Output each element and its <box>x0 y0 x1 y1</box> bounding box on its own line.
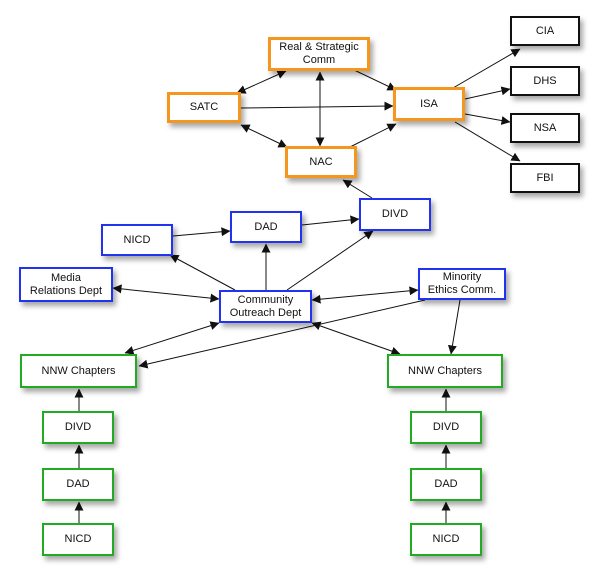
edge-divd-top-to-nac <box>342 179 373 199</box>
node-divd-top[interactable]: DIVD <box>359 198 431 231</box>
edge-community-outreach-to-minority-ethics <box>311 286 419 304</box>
edge-minority-ethics-to-nnw-right <box>447 299 461 355</box>
node-divd-left[interactable]: DIVD <box>42 411 114 444</box>
node-label: NNW Chapters <box>408 364 482 377</box>
node-label: DAD <box>66 478 90 490</box>
node-dhs[interactable]: DHS <box>510 66 580 96</box>
node-label: DAD <box>254 220 278 233</box>
node-label: DAD <box>434 478 458 490</box>
node-nsa[interactable]: NSA <box>510 113 580 143</box>
edge-community-outreach-to-nicd-top <box>169 254 236 291</box>
node-nac[interactable]: NAC <box>285 146 357 178</box>
node-label: NSA <box>533 121 557 134</box>
edge-isa-to-nsa <box>464 113 511 125</box>
node-nicd-left[interactable]: NICD <box>42 523 114 556</box>
node-dad-right[interactable]: DAD <box>410 468 482 501</box>
node-label: NNW Chapters <box>41 364 116 377</box>
edge-community-outreach-to-media-relations <box>112 284 220 303</box>
node-label: Real & Strategic Comm <box>279 41 359 66</box>
node-label: DHS <box>533 74 557 87</box>
edge-nicd-top-to-dad-top <box>172 227 231 237</box>
node-divd-right[interactable]: DIVD <box>410 411 482 444</box>
org-diagram: Real & Strategic Comm SATC ISA NAC CIA DHS NSA… <box>0 0 600 579</box>
node-label: DIVD <box>64 421 92 433</box>
edge-isa-to-dhs <box>464 86 511 100</box>
edge-community-outreach-to-nnw-left <box>124 321 220 355</box>
node-label: NAC <box>309 155 333 168</box>
edge-real-strategic-comm-to-satc <box>236 70 287 94</box>
node-nicd-right[interactable]: NICD <box>410 523 482 556</box>
node-label: NICD <box>432 533 460 545</box>
node-nicd-top[interactable]: NICD <box>101 224 173 256</box>
node-label: CIA <box>535 24 555 37</box>
node-real-strategic-comm[interactable]: Real & Strategic Comm <box>268 37 370 71</box>
edge-nac-to-isa <box>349 123 397 148</box>
node-fbi[interactable]: FBI <box>510 163 580 193</box>
edge-satc-to-nac <box>240 124 288 148</box>
node-label: SATC <box>189 101 219 113</box>
node-dad-left[interactable]: DAD <box>42 468 114 501</box>
node-minority-ethics[interactable]: Minority Ethics Comm. <box>418 268 506 300</box>
node-community-outreach[interactable]: Community Outreach Dept <box>219 290 312 323</box>
node-label: Community Outreach Dept <box>229 293 302 319</box>
node-media-relations[interactable]: Media Relations Dept <box>19 267 113 302</box>
node-label: FBI <box>536 171 554 184</box>
node-label: Media Relations Dept <box>29 271 103 297</box>
node-isa[interactable]: ISA <box>393 87 465 121</box>
node-nnw-left[interactable]: NNW Chapters <box>20 354 137 388</box>
edge-community-outreach-to-nnw-right <box>311 321 401 356</box>
node-label: NICD <box>123 233 151 246</box>
node-label: ISA <box>420 97 438 110</box>
node-label: Minority Ethics Comm. <box>427 271 497 296</box>
node-label: NICD <box>64 533 92 545</box>
edge-dad-top-to-divd-top <box>301 215 360 226</box>
node-nnw-right[interactable]: NNW Chapters <box>387 354 503 388</box>
node-satc[interactable]: SATC <box>167 92 241 123</box>
node-label: DIVD <box>381 208 409 220</box>
node-dad-top[interactable]: DAD <box>230 211 302 243</box>
edge-real-strategic-comm-to-isa <box>351 68 397 91</box>
edge-satc-to-isa <box>240 101 394 111</box>
node-label: DIVD <box>432 421 460 433</box>
node-cia[interactable]: CIA <box>510 16 580 46</box>
